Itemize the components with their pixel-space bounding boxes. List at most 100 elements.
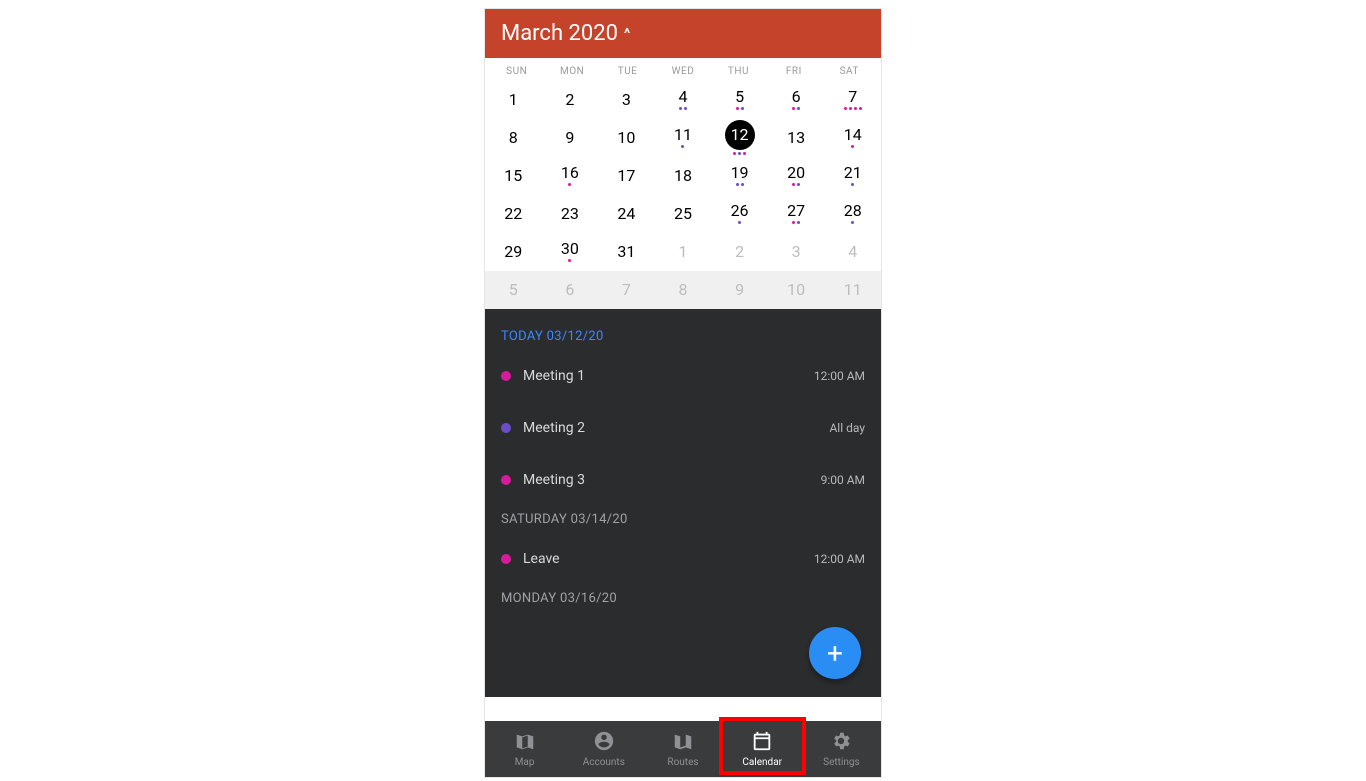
calendar-day[interactable]: 11 — [824, 271, 881, 309]
calendar-day[interactable]: 6 — [542, 271, 599, 309]
agenda-panel[interactable]: TODAY 03/12/20Meeting 112:00 AMMeeting 2… — [485, 309, 881, 697]
calendar-day[interactable]: 25 — [655, 195, 712, 233]
agenda-event[interactable]: Meeting 39:00 AM — [501, 454, 865, 506]
event-color-dot — [501, 475, 511, 485]
add-event-button[interactable]: + — [809, 627, 861, 679]
calendar-day[interactable]: 29 — [485, 233, 542, 271]
event-dots — [844, 107, 862, 111]
day-number: 8 — [509, 130, 518, 146]
tab-map[interactable]: Map — [485, 721, 564, 777]
tab-routes[interactable]: Routes — [643, 721, 722, 777]
calendar-day[interactable]: 18 — [655, 157, 712, 195]
bottom-tabbar: Map Accounts Routes Calendar Settings — [485, 721, 881, 777]
event-dots — [851, 183, 854, 187]
event-dots — [568, 183, 571, 187]
calendar-day[interactable]: 3 — [598, 81, 655, 119]
calendar-day[interactable]: 9 — [711, 271, 768, 309]
event-title: Meeting 3 — [523, 472, 585, 488]
tab-accounts[interactable]: Accounts — [564, 721, 643, 777]
calendar-grid: 1234567891011121314151617181920212223242… — [485, 81, 881, 309]
calendar-day[interactable]: 15 — [485, 157, 542, 195]
agenda-event[interactable]: Leave12:00 AM — [501, 533, 865, 585]
calendar-icon — [751, 730, 773, 755]
calendar-day[interactable]: 28 — [824, 195, 881, 233]
event-dots — [738, 221, 741, 225]
calendar-day[interactable]: 1 — [655, 233, 712, 271]
calendar-day[interactable]: 17 — [598, 157, 655, 195]
event-color-dot — [501, 554, 511, 564]
event-dots — [736, 183, 744, 187]
calendar-day[interactable]: 12 — [711, 119, 768, 157]
day-number: 6 — [565, 282, 574, 298]
calendar-day[interactable]: 10 — [768, 271, 825, 309]
calendar-day[interactable]: 20 — [768, 157, 825, 195]
tab-calendar[interactable]: Calendar — [723, 721, 802, 777]
calendar-day[interactable]: 5 — [711, 81, 768, 119]
day-number: 25 — [674, 206, 692, 222]
agenda-section-header: TODAY 03/12/20 — [501, 329, 865, 344]
event-dots — [792, 107, 800, 111]
calendar-day[interactable]: 10 — [598, 119, 655, 157]
day-number: 14 — [844, 127, 862, 143]
calendar-day[interactable]: 9 — [542, 119, 599, 157]
calendar-day[interactable]: 26 — [711, 195, 768, 233]
calendar-day[interactable]: 13 — [768, 119, 825, 157]
day-number: 10 — [617, 130, 635, 146]
calendar-day[interactable]: 2 — [711, 233, 768, 271]
agenda-event[interactable]: Meeting 112:00 AM — [501, 350, 865, 402]
day-number: 9 — [735, 282, 744, 298]
month-picker[interactable]: March 2020 ^ — [485, 9, 881, 58]
event-dots — [851, 221, 854, 225]
calendar-day[interactable]: 5 — [485, 271, 542, 309]
calendar-day[interactable]: 23 — [542, 195, 599, 233]
calendar-day[interactable]: 14 — [824, 119, 881, 157]
weekday-label: SAT — [822, 66, 877, 77]
calendar-day[interactable]: 7 — [824, 81, 881, 119]
calendar-day[interactable]: 11 — [655, 119, 712, 157]
tab-label: Routes — [667, 757, 698, 768]
agenda-section-header: MONDAY 03/16/20 — [501, 591, 865, 606]
calendar-day[interactable]: 16 — [542, 157, 599, 195]
calendar-day[interactable]: 31 — [598, 233, 655, 271]
day-number: 23 — [561, 206, 579, 222]
calendar-day[interactable]: 22 — [485, 195, 542, 233]
agenda-event[interactable]: Meeting 2All day — [501, 402, 865, 454]
calendar-day[interactable]: 27 — [768, 195, 825, 233]
calendar-day[interactable]: 4 — [655, 81, 712, 119]
month-title: March 2020 — [501, 21, 618, 46]
day-number: 10 — [787, 282, 805, 298]
calendar-day[interactable]: 8 — [655, 271, 712, 309]
calendar-day[interactable]: 2 — [542, 81, 599, 119]
day-number: 1 — [678, 244, 687, 260]
weekday-label: WED — [655, 66, 710, 77]
day-number: 22 — [504, 206, 522, 222]
day-number: 5 — [509, 282, 518, 298]
day-number: 2 — [735, 244, 744, 260]
day-number: 11 — [674, 127, 692, 143]
day-number: 4 — [678, 89, 687, 105]
calendar-day[interactable]: 21 — [824, 157, 881, 195]
event-title: Leave — [523, 551, 560, 567]
calendar-day[interactable]: 7 — [598, 271, 655, 309]
calendar-day[interactable]: 30 — [542, 233, 599, 271]
event-dots — [792, 221, 800, 225]
tab-settings[interactable]: Settings — [802, 721, 881, 777]
day-number: 15 — [504, 168, 522, 184]
calendar-day[interactable]: 4 — [824, 233, 881, 271]
day-number: 19 — [731, 165, 749, 181]
calendar-day[interactable]: 3 — [768, 233, 825, 271]
map-icon — [514, 730, 536, 755]
calendar-day[interactable]: 19 — [711, 157, 768, 195]
calendar-day[interactable]: 8 — [485, 119, 542, 157]
day-number: 16 — [561, 165, 579, 181]
day-number: 27 — [787, 203, 805, 219]
calendar-day[interactable]: 1 — [485, 81, 542, 119]
day-number: 18 — [674, 168, 692, 184]
tab-label: Calendar — [742, 757, 782, 768]
event-title: Meeting 2 — [523, 420, 585, 436]
calendar-day[interactable]: 6 — [768, 81, 825, 119]
event-dots — [736, 107, 744, 111]
calendar-day[interactable]: 24 — [598, 195, 655, 233]
tab-label: Map — [515, 757, 535, 768]
chevron-up-icon: ^ — [624, 26, 630, 42]
